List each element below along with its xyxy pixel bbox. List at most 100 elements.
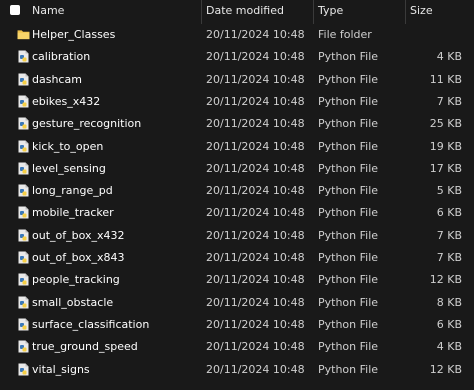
python-file-icon — [18, 117, 29, 130]
file-date-modified: 20/11/2024 10:48 — [206, 295, 305, 309]
python-file-icon — [18, 73, 29, 86]
column-header-size[interactable]: Size — [410, 4, 433, 17]
file-name: small_obstacle — [32, 295, 114, 309]
file-type: Python File — [318, 362, 379, 376]
file-size: 12 KB — [429, 362, 462, 376]
python-file-icon — [18, 206, 29, 219]
file-name: vital_signs — [32, 362, 90, 376]
file-date-modified: 20/11/2024 10:48 — [206, 50, 305, 64]
file-type: Python File — [318, 117, 379, 131]
python-file-icon — [18, 273, 29, 286]
file-row[interactable]: Helper_Classes 20/11/2024 10:48 File folde… — [0, 24, 474, 46]
file-type: Python File — [318, 206, 379, 220]
file-date-modified: 20/11/2024 10:48 — [206, 340, 305, 354]
column-divider[interactable] — [201, 0, 202, 24]
file-size: 7 KB — [436, 251, 462, 264]
file-size: 8 KB — [436, 295, 462, 309]
file-type: File folder — [318, 28, 372, 41]
file-name: long_range_pd — [32, 184, 113, 198]
file-type: Python File — [318, 340, 379, 354]
file-date-modified: 20/11/2024 10:48 — [206, 206, 305, 220]
file-row[interactable]: calibration 20/11/2024 10:48 Python File 4 … — [0, 46, 474, 68]
column-header-date-modified[interactable]: Date modified — [206, 4, 284, 17]
file-size: 5 KB — [436, 184, 462, 198]
python-file-icon — [18, 229, 29, 242]
file-date-modified: 20/11/2024 10:48 — [206, 228, 305, 242]
file-explorer-list: Name Date modified Type Size Helper_Clas… — [0, 0, 474, 390]
file-row[interactable]: long_range_pd 20/11/2024 10:48 Python File… — [0, 180, 474, 202]
file-type: Python File — [318, 72, 379, 86]
file-row[interactable]: small_obstacle 20/11/2024 10:48 Python Fil… — [0, 292, 474, 314]
file-name: Helper_Classes — [32, 28, 116, 41]
file-size: 25 KB — [429, 117, 462, 131]
file-size: 4 KB — [436, 340, 462, 354]
file-row[interactable]: mobile_tracker 20/11/2024 10:48 Python Fil… — [0, 202, 474, 224]
file-type: Python File — [318, 50, 379, 64]
file-size: 7 KB — [436, 228, 462, 242]
file-name: kick_to_open — [32, 139, 104, 153]
file-date-modified: 20/11/2024 10:48 — [206, 94, 305, 108]
vertical-scrollbar[interactable] — [466, 22, 474, 390]
file-row[interactable]: ebikes_x432 20/11/2024 10:48 Python File 7 … — [0, 91, 474, 113]
file-size: 4 KB — [436, 50, 462, 64]
file-name: surface_classification — [32, 317, 150, 331]
select-all-checkbox[interactable] — [10, 5, 20, 15]
file-type: Python File — [318, 295, 379, 309]
file-type: Python File — [318, 251, 379, 264]
file-name: true_ground_speed — [32, 340, 138, 354]
file-date-modified: 20/11/2024 10:48 — [206, 161, 305, 175]
file-date-modified: 20/11/2024 10:48 — [206, 117, 305, 131]
file-size: 17 KB — [429, 161, 462, 175]
python-file-icon — [18, 251, 29, 264]
file-type: Python File — [318, 273, 379, 287]
file-name: gesture_recognition — [32, 117, 142, 131]
file-date-modified: 20/11/2024 10:48 — [206, 273, 305, 287]
file-name: out_of_box_x432 — [32, 228, 125, 242]
column-divider[interactable] — [405, 0, 406, 24]
column-header-name[interactable]: Name — [32, 4, 64, 17]
file-row[interactable]: level_sensing 20/11/2024 10:48 Python File… — [0, 158, 474, 180]
file-type: Python File — [318, 184, 379, 198]
file-date-modified: 20/11/2024 10:48 — [206, 184, 305, 198]
file-name: mobile_tracker — [32, 206, 114, 220]
file-name: calibration — [32, 50, 91, 64]
file-type: Python File — [318, 317, 379, 331]
file-size: 11 KB — [429, 72, 462, 86]
file-type: Python File — [318, 94, 379, 108]
python-file-icon — [18, 318, 29, 331]
file-date-modified: 20/11/2024 10:48 — [206, 28, 305, 41]
file-row[interactable]: vital_signs 20/11/2024 10:48 Python File 12… — [0, 359, 474, 381]
python-file-icon — [18, 363, 29, 376]
file-date-modified: 20/11/2024 10:48 — [206, 139, 305, 153]
python-file-icon — [18, 184, 29, 197]
python-file-icon — [18, 162, 29, 175]
file-size: 6 KB — [436, 206, 462, 220]
file-size: 6 KB — [436, 317, 462, 331]
file-date-modified: 20/11/2024 10:48 — [206, 317, 305, 331]
file-size: 19 KB — [429, 139, 462, 153]
folder-icon — [17, 29, 30, 42]
file-row[interactable]: out_of_box_x432 20/11/2024 10:48 Python Fi… — [0, 225, 474, 247]
file-row[interactable]: dashcam 20/11/2024 10:48 Python File 11 KB — [0, 69, 474, 91]
file-size: 12 KB — [429, 273, 462, 287]
file-row[interactable]: true_ground_speed 20/11/2024 10:48 Python … — [0, 336, 474, 358]
file-size: 7 KB — [436, 94, 462, 108]
file-date-modified: 20/11/2024 10:48 — [206, 72, 305, 86]
file-row[interactable]: out_of_box_x843 20/11/2024 10:48 Python Fi… — [0, 247, 474, 269]
file-row[interactable]: people_tracking 20/11/2024 10:48 Python Fi… — [0, 269, 474, 291]
python-file-icon — [18, 296, 29, 309]
file-type: Python File — [318, 139, 379, 153]
column-divider[interactable] — [313, 0, 314, 24]
file-row[interactable]: gesture_recognition 20/11/2024 10:48 Pytho… — [0, 113, 474, 135]
file-name: level_sensing — [32, 161, 106, 175]
file-type: Python File — [318, 161, 379, 175]
file-date-modified: 20/11/2024 10:48 — [206, 251, 305, 264]
file-row[interactable]: kick_to_open 20/11/2024 10:48 Python File 1… — [0, 136, 474, 158]
python-file-icon — [18, 140, 29, 153]
file-name: ebikes_x432 — [32, 94, 101, 108]
file-name: dashcam — [32, 72, 82, 86]
python-file-icon — [18, 95, 29, 108]
file-row[interactable]: surface_classification 20/11/2024 10:48 Py… — [0, 314, 474, 336]
column-header-type[interactable]: Type — [318, 4, 343, 17]
python-file-icon — [18, 340, 29, 353]
